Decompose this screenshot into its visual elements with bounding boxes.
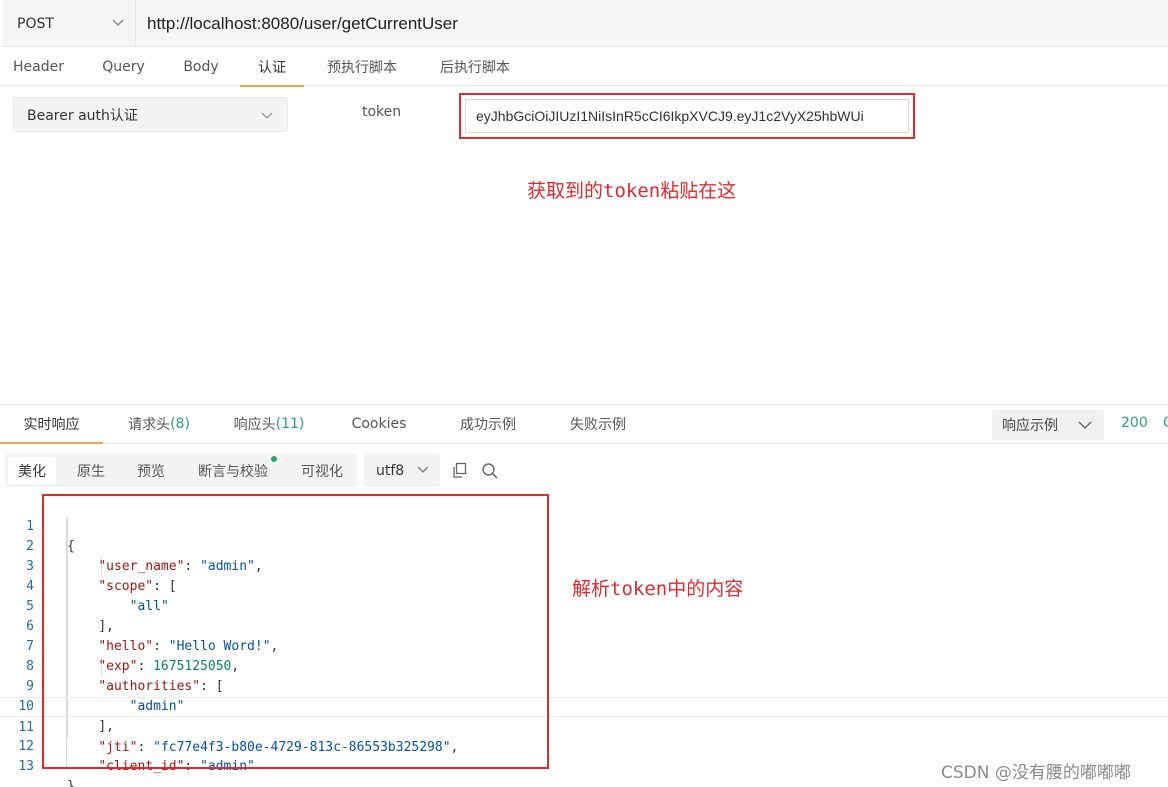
copy-icon[interactable]	[452, 462, 468, 479]
request-tabs: Header Query Body 认证 预执行脚本 后执行脚本	[0, 48, 1168, 87]
line-number: 13	[18, 759, 34, 774]
watermark: CSDN @没有腰的嘟嘟嘟	[941, 763, 1131, 783]
tab-post-script[interactable]: 后执行脚本	[437, 48, 513, 86]
token-highlight-box: eyJhbGciOiJIUzI1NiIsInR5cCI6IkpXVCJ9.eyJ…	[459, 93, 915, 139]
tab-query[interactable]: Query	[101, 48, 146, 86]
tab-fail-example[interactable]: 失败示例	[567, 405, 629, 443]
url-input[interactable]: http://localhost:8080/user/getCurrentUse…	[147, 0, 458, 47]
auth-type-label: Bearer auth认证	[27, 107, 138, 124]
auth-type-select[interactable]: Bearer auth认证	[13, 97, 288, 132]
token-annotation: 获取到的token粘贴在这	[527, 180, 737, 202]
assertion-button[interactable]: 断言与校验	[186, 457, 280, 484]
response-tabs: 实时响应 请求头 (8) 响应头 (11) Cookies 成功示例 失败示例 响应…	[0, 404, 1168, 444]
token-input[interactable]: eyJhbGciOiJIUzI1NiIsInR5cCI6IkpXVCJ9.eyJ…	[465, 99, 909, 133]
tab-body[interactable]: Body	[182, 48, 220, 86]
tab-success-example[interactable]: 成功示例	[457, 405, 519, 443]
response-headers-count: (11)	[275, 416, 305, 432]
method-select[interactable]: POST	[3, 0, 136, 47]
tab-cookies[interactable]: Cookies	[349, 405, 409, 443]
chevron-down-icon	[417, 466, 429, 473]
format-button-group: 美化 原生 预览 断言与校验 可视化	[5, 454, 357, 487]
encoding-select[interactable]: utf8	[364, 454, 440, 487]
token-label: token	[362, 104, 402, 120]
content-annotation: 解析token中的内容	[572, 578, 744, 600]
visualize-button[interactable]: 可视化	[291, 457, 353, 484]
raw-button[interactable]: 原生	[65, 457, 117, 484]
tab-realtime-response[interactable]: 实时响应	[0, 405, 103, 444]
encoding-label: utf8	[376, 462, 405, 479]
request-bar: POST http://localhost:8080/user/getCurre…	[3, 0, 1168, 47]
tab-pre-script[interactable]: 预执行脚本	[324, 48, 400, 86]
preview-button[interactable]: 预览	[125, 457, 177, 484]
tab-response-headers[interactable]: 响应头 (11)	[231, 405, 307, 443]
tab-request-headers-label: 请求头	[128, 417, 171, 433]
chevron-down-icon	[261, 112, 273, 119]
tab-response-headers-label: 响应头	[233, 417, 276, 433]
status-code: 200	[1121, 415, 1148, 431]
tab-request-headers[interactable]: 请求头 (8)	[126, 405, 192, 443]
tab-auth[interactable]: 认证	[240, 48, 304, 87]
chevron-down-icon	[112, 19, 124, 26]
chevron-down-icon	[1078, 421, 1092, 429]
tab-header[interactable]: Header	[12, 48, 65, 86]
json-highlight-box	[42, 494, 549, 769]
beautify-button[interactable]: 美化	[8, 457, 56, 484]
search-icon[interactable]	[481, 462, 499, 480]
status-extra: O	[1163, 415, 1168, 431]
request-headers-count: (8)	[170, 416, 190, 432]
response-example-select[interactable]: 响应示例	[992, 410, 1104, 440]
method-label: POST	[17, 15, 54, 32]
assertion-status-dot	[271, 456, 277, 462]
response-example-label: 响应示例	[1002, 418, 1058, 434]
